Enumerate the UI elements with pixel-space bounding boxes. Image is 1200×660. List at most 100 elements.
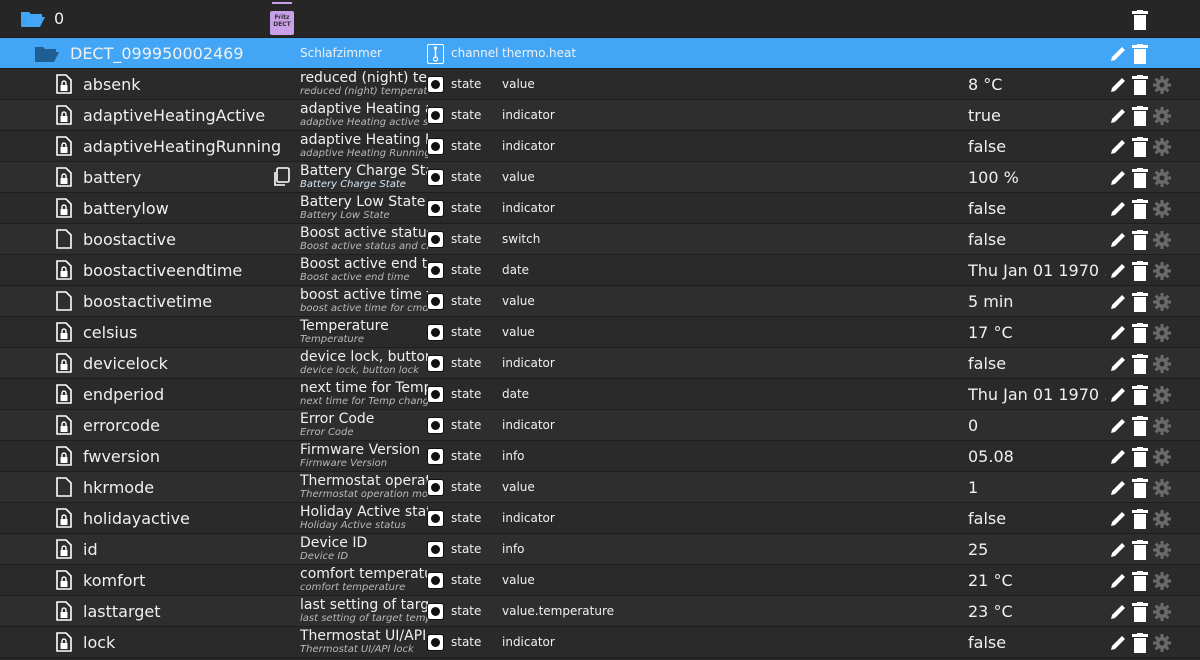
gear-icon[interactable] bbox=[1152, 137, 1172, 157]
trash-icon[interactable] bbox=[1132, 447, 1148, 467]
trash-icon[interactable] bbox=[1132, 168, 1148, 188]
trash-icon[interactable] bbox=[1132, 478, 1148, 498]
edit-icon[interactable] bbox=[1108, 261, 1128, 281]
edit-icon[interactable] bbox=[1108, 168, 1128, 188]
trash-icon[interactable] bbox=[1132, 323, 1148, 343]
gear-icon[interactable] bbox=[1152, 540, 1172, 560]
state-value[interactable]: false bbox=[968, 131, 1106, 162]
gear-icon[interactable] bbox=[1152, 478, 1172, 498]
edit-icon[interactable] bbox=[1108, 478, 1128, 498]
state-value[interactable]: false bbox=[968, 627, 1106, 658]
state-row[interactable]: adaptiveHeatingActive adaptive Heating a… bbox=[0, 100, 1200, 131]
state-value[interactable]: false bbox=[968, 193, 1106, 224]
state-row[interactable]: celsius Temperature Temperature state va… bbox=[0, 317, 1200, 348]
state-row[interactable]: fwversion Firmware Version Firmware Vers… bbox=[0, 441, 1200, 472]
gear-icon[interactable] bbox=[1152, 106, 1172, 126]
edit-icon[interactable] bbox=[1108, 385, 1128, 405]
state-value[interactable]: 0 bbox=[968, 410, 1106, 441]
state-value[interactable]: Thu Jan 01 1970 ... bbox=[968, 255, 1106, 286]
state-value[interactable]: Thu Jan 01 1970 ... bbox=[968, 379, 1106, 410]
trash-icon[interactable] bbox=[1132, 354, 1148, 374]
state-value[interactable]: 23 °C bbox=[968, 596, 1106, 627]
trash-icon[interactable] bbox=[1132, 385, 1148, 405]
trash-icon[interactable] bbox=[1132, 540, 1148, 560]
state-row[interactable]: holidayactive Holiday Active status Holi… bbox=[0, 503, 1200, 534]
state-value[interactable]: 8 °C bbox=[968, 69, 1106, 100]
edit-icon[interactable] bbox=[1108, 571, 1128, 591]
trash-icon[interactable] bbox=[1132, 633, 1148, 653]
edit-icon[interactable] bbox=[1108, 509, 1128, 529]
trash-icon[interactable] bbox=[1132, 602, 1148, 622]
gear-icon[interactable] bbox=[1152, 416, 1172, 436]
state-row[interactable]: errorcode Error Code Error Code state in… bbox=[0, 410, 1200, 441]
trash-icon[interactable] bbox=[1132, 261, 1148, 281]
edit-icon[interactable] bbox=[1108, 44, 1128, 64]
state-row[interactable]: boostactiveendtime Boost active end time… bbox=[0, 255, 1200, 286]
gear-icon[interactable] bbox=[1152, 633, 1172, 653]
state-value[interactable]: false bbox=[968, 348, 1106, 379]
trash-icon[interactable] bbox=[1132, 571, 1148, 591]
trash-icon[interactable] bbox=[1132, 416, 1148, 436]
state-row[interactable]: lock Thermostat UI/API lo Thermostat UI/… bbox=[0, 627, 1200, 658]
gear-icon[interactable] bbox=[1152, 602, 1172, 622]
gear-icon[interactable] bbox=[1152, 354, 1172, 374]
tree-row-root[interactable]: 0 Fritz DECT bbox=[0, 0, 1200, 38]
trash-icon[interactable] bbox=[1132, 509, 1148, 529]
gear-icon[interactable] bbox=[1152, 385, 1172, 405]
gear-icon[interactable] bbox=[1152, 571, 1172, 591]
trash-icon[interactable] bbox=[1132, 230, 1148, 250]
state-row[interactable]: boostactive Boost active status a Boost … bbox=[0, 224, 1200, 255]
state-row[interactable]: adaptiveHeatingRunning adaptive Heating … bbox=[0, 131, 1200, 162]
state-row[interactable]: devicelock device lock, button lo device… bbox=[0, 348, 1200, 379]
trash-icon[interactable] bbox=[1132, 10, 1148, 30]
state-row[interactable]: boostactivetime boost active time for bo… bbox=[0, 286, 1200, 317]
gear-icon[interactable] bbox=[1152, 292, 1172, 312]
edit-icon[interactable] bbox=[1108, 137, 1128, 157]
state-value[interactable]: 5 min bbox=[968, 286, 1106, 317]
trash-icon[interactable] bbox=[1132, 75, 1148, 95]
gear-icon[interactable] bbox=[1152, 261, 1172, 281]
state-row[interactable]: hkrmode Thermostat operation Thermostat … bbox=[0, 472, 1200, 503]
state-value[interactable]: 1 bbox=[968, 472, 1106, 503]
state-value[interactable]: 25 bbox=[968, 534, 1106, 565]
tree-row-channel[interactable]: DECT_099950002469 Schlafzimmer channel t… bbox=[0, 38, 1200, 69]
trash-icon[interactable] bbox=[1132, 106, 1148, 126]
state-row[interactable]: lasttarget last setting of target last s… bbox=[0, 596, 1200, 627]
edit-icon[interactable] bbox=[1108, 540, 1128, 560]
trash-icon[interactable] bbox=[1132, 44, 1148, 64]
gear-icon[interactable] bbox=[1152, 230, 1172, 250]
edit-icon[interactable] bbox=[1108, 230, 1128, 250]
state-row[interactable]: batterylow Battery Low State Battery Low… bbox=[0, 193, 1200, 224]
gear-icon[interactable] bbox=[1152, 323, 1172, 343]
gear-icon[interactable] bbox=[1152, 75, 1172, 95]
folder-open-icon[interactable] bbox=[20, 10, 46, 28]
state-row[interactable]: absenk reduced (night) temp reduced (nig… bbox=[0, 69, 1200, 100]
state-value[interactable]: false bbox=[968, 503, 1106, 534]
state-row[interactable]: komfort comfort temperature comfort temp… bbox=[0, 565, 1200, 596]
edit-icon[interactable] bbox=[1108, 199, 1128, 219]
state-value[interactable]: 05.08 bbox=[968, 441, 1106, 472]
edit-icon[interactable] bbox=[1108, 447, 1128, 467]
state-row[interactable]: battery Battery Charge State Battery Cha… bbox=[0, 162, 1200, 193]
edit-icon[interactable] bbox=[1108, 106, 1128, 126]
state-row[interactable]: id Device ID Device ID state info 25 bbox=[0, 534, 1200, 565]
edit-icon[interactable] bbox=[1108, 75, 1128, 95]
edit-icon[interactable] bbox=[1108, 354, 1128, 374]
state-value[interactable]: true bbox=[968, 100, 1106, 131]
state-value[interactable]: 17 °C bbox=[968, 317, 1106, 348]
edit-icon[interactable] bbox=[1108, 323, 1128, 343]
gear-icon[interactable] bbox=[1152, 447, 1172, 467]
gear-icon[interactable] bbox=[1152, 199, 1172, 219]
gear-icon[interactable] bbox=[1152, 509, 1172, 529]
gear-icon[interactable] bbox=[1152, 168, 1172, 188]
edit-icon[interactable] bbox=[1108, 633, 1128, 653]
trash-icon[interactable] bbox=[1132, 137, 1148, 157]
state-value[interactable]: false bbox=[968, 224, 1106, 255]
edit-icon[interactable] bbox=[1108, 292, 1128, 312]
folder-open-icon[interactable] bbox=[34, 45, 60, 63]
copy-icon[interactable] bbox=[272, 167, 290, 187]
edit-icon[interactable] bbox=[1108, 416, 1128, 436]
state-value[interactable]: 21 °C bbox=[968, 565, 1106, 596]
trash-icon[interactable] bbox=[1132, 292, 1148, 312]
state-value[interactable]: 100 % bbox=[968, 162, 1106, 193]
